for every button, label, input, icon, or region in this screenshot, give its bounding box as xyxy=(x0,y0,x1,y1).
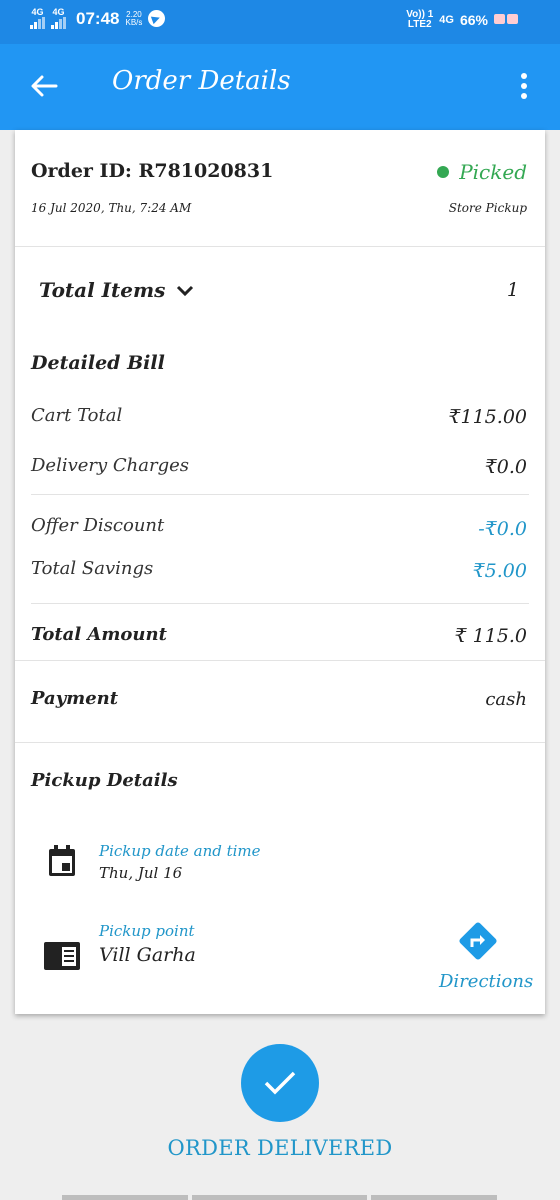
items-count: 1 xyxy=(506,279,519,301)
pickup-point-label: Pickup point xyxy=(99,922,195,940)
page-title: Order Details xyxy=(112,66,291,96)
pickup-datetime-value: Thu, Jul 16 xyxy=(99,864,183,882)
offer-discount-value: -₹0.0 xyxy=(478,518,527,540)
clock: 07:48 xyxy=(76,8,120,28)
divider xyxy=(15,246,545,247)
directions-icon[interactable] xyxy=(457,920,499,962)
delivery-charges-label: Delivery Charges xyxy=(31,455,190,476)
total-amount-value: ₹ 115.0 xyxy=(454,625,527,647)
notification-icon xyxy=(494,14,520,26)
volte-indicator: Vo)) 1 LTE2 xyxy=(406,9,434,30)
divider xyxy=(15,742,545,743)
delivery-charges-value: ₹0.0 xyxy=(484,456,527,478)
order-status: Picked xyxy=(437,160,527,184)
chevron-down-icon xyxy=(177,285,194,297)
total-items-toggle[interactable]: Total Items xyxy=(39,278,195,302)
order-delivered-button[interactable] xyxy=(241,1044,319,1122)
status-right: Vo)) 1 LTE2 4G 66% xyxy=(406,10,520,30)
nav-hint-bar xyxy=(371,1195,497,1200)
network-speed: 2.20 KB/s xyxy=(125,9,143,27)
total-items-label: Total Items xyxy=(39,278,166,302)
status-bar: 4G 4G 07:48 2.20 KB/s Vo)) 1 LTE2 4G 66% xyxy=(0,0,560,44)
nav-hint-bar xyxy=(62,1195,188,1200)
sim1-signal-icon: 4G xyxy=(30,8,45,29)
directions-button[interactable]: Directions xyxy=(439,971,533,992)
address-card-icon xyxy=(44,942,80,970)
cart-total-value: ₹115.00 xyxy=(448,406,527,428)
payment-label: Payment xyxy=(31,688,119,709)
more-options-button[interactable] xyxy=(514,70,534,102)
divider xyxy=(15,660,545,661)
status-dot-icon xyxy=(437,166,450,178)
payment-value: cash xyxy=(485,689,527,710)
pickup-datetime-label: Pickup date and time xyxy=(99,842,261,860)
divider xyxy=(31,603,529,604)
network-type: 4G xyxy=(439,14,454,26)
more-vert-icon xyxy=(521,73,527,79)
app-bar: Order Details xyxy=(0,44,560,130)
calendar-icon xyxy=(49,845,75,876)
pickup-type: Store Pickup xyxy=(448,201,527,215)
nav-hint-bar xyxy=(192,1195,367,1200)
sim2-signal-icon: 4G xyxy=(51,8,66,29)
order-date: 16 Jul 2020, Thu, 7:24 AM xyxy=(31,201,192,215)
status-label: Picked xyxy=(459,160,527,184)
total-savings-label: Total Savings xyxy=(31,558,154,579)
cart-total-label: Cart Total xyxy=(31,405,123,426)
pickup-details-heading: Pickup Details xyxy=(31,770,178,791)
order-id: Order ID: R781020831 xyxy=(31,160,274,182)
telegram-icon xyxy=(148,10,166,27)
total-savings-value: ₹5.00 xyxy=(472,560,527,582)
check-icon xyxy=(264,1071,296,1095)
pickup-point-value: Vill Garha xyxy=(99,944,196,966)
total-amount-label: Total Amount xyxy=(31,624,167,645)
offer-discount-label: Offer Discount xyxy=(31,515,165,536)
order-delivered-label: ORDER DELIVERED xyxy=(167,1136,393,1160)
order-details-card: Order ID: R781020831 16 Jul 2020, Thu, 7… xyxy=(15,130,545,1014)
back-button[interactable] xyxy=(26,68,62,104)
detailed-bill-heading: Detailed Bill xyxy=(31,352,165,374)
battery-level: 66% xyxy=(459,12,488,28)
arrow-back-icon xyxy=(31,75,58,97)
status-left: 4G 4G 07:48 2.20 KB/s xyxy=(30,8,166,29)
divider xyxy=(31,494,529,495)
